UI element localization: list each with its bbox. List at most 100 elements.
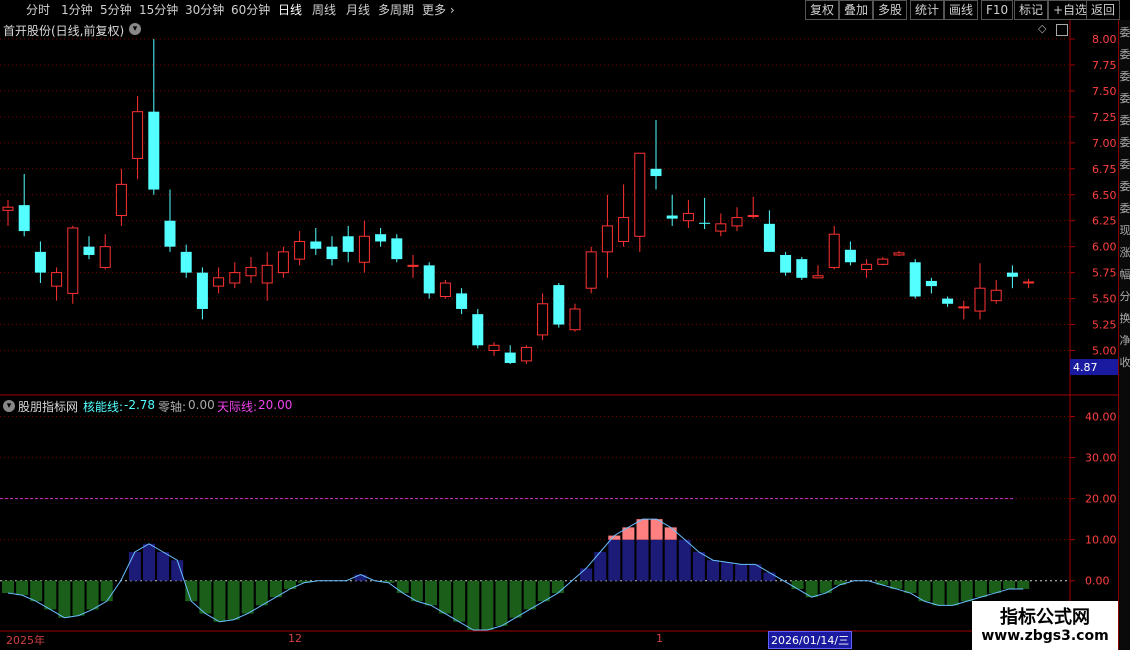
sidebar-char: 分 — [1119, 290, 1130, 303]
candle-body — [326, 246, 338, 260]
period-tab-7[interactable]: 周线 — [312, 2, 336, 18]
candle-body — [861, 263, 873, 271]
indicator-bar — [989, 580, 1001, 594]
price-tick-label: 8.00 — [1092, 33, 1117, 46]
indicator-bar — [467, 580, 480, 630]
candle-body — [942, 298, 954, 304]
toolbar-button-4[interactable]: 画线 — [944, 0, 979, 20]
indicator-bar — [185, 580, 198, 602]
candle-body — [877, 258, 889, 265]
candle-body — [423, 265, 435, 294]
toolbar-button-6[interactable]: 标记 — [1014, 0, 1049, 20]
candle-body — [634, 152, 646, 237]
time-label-year: 2025年 — [6, 634, 45, 647]
candle-body — [812, 275, 824, 279]
indicator-bar — [918, 580, 931, 602]
candle-body — [456, 293, 468, 309]
price-tick-label: 5.00 — [1092, 345, 1117, 358]
indicator-bar — [495, 580, 508, 626]
kline-chart: 8.00 7.75 7.50 7.25 7.00 6.75 6.50 6.25 6.00 5.75… — [0, 20, 1118, 650]
price-tick-label: 5.25 — [1092, 319, 1117, 332]
candle-body — [731, 217, 743, 227]
indicator-bar — [241, 580, 254, 614]
indicator-bar — [439, 580, 452, 614]
indicator-bar — [580, 568, 593, 581]
sidebar-char: 收 — [1119, 356, 1130, 369]
window-toggle-icon[interactable] — [1056, 24, 1068, 36]
candle — [67, 225, 79, 304]
zero-axis-label: 零轴: — [158, 400, 187, 414]
candle-body — [407, 264, 419, 267]
candle-body — [164, 220, 176, 247]
candle-body — [51, 272, 63, 287]
candle-body — [504, 352, 516, 363]
indicator-bar — [509, 580, 522, 618]
period-tab-6[interactable]: 日线 — [278, 2, 302, 18]
period-tab-0[interactable]: 分时 — [26, 2, 50, 18]
candle-body — [148, 111, 160, 190]
candle-body — [488, 344, 500, 352]
price-tick-label: 7.50 — [1092, 85, 1117, 98]
period-tab-9[interactable]: 多周期 — [378, 2, 414, 18]
candle-body — [553, 285, 565, 325]
indicator-bar — [453, 580, 466, 622]
candle-body — [699, 222, 711, 224]
candle-body — [115, 183, 127, 217]
indicator-bar — [481, 580, 494, 630]
price-tick-label: 7.25 — [1092, 111, 1117, 124]
indicator-bar — [692, 552, 705, 581]
indicator-bar — [284, 580, 296, 589]
period-tab-5[interactable]: 60分钟 — [231, 2, 270, 18]
indicator-bar-hot — [622, 527, 635, 540]
toolbar-button-0[interactable]: 复权 — [805, 0, 840, 20]
indicator-bar-hot — [664, 527, 677, 540]
indicator-bar — [86, 580, 99, 610]
candle-body — [715, 223, 727, 232]
indicator-bar — [946, 580, 959, 606]
indicator-bar — [425, 580, 437, 606]
toolbar-button-3[interactable]: 统计 — [910, 0, 945, 20]
candle-body — [213, 277, 225, 287]
indicator-bar — [2, 580, 14, 594]
candle-body — [844, 249, 856, 263]
candle — [439, 279, 451, 299]
indicator-bar — [396, 580, 409, 594]
toolbar-button-2[interactable]: 多股 — [873, 0, 908, 20]
period-tab-10[interactable]: 更多 › — [422, 2, 455, 18]
candle — [585, 246, 597, 294]
candle-body — [261, 264, 273, 284]
indicator-bar — [44, 580, 57, 610]
indicator-tick-label: 10.00 — [1085, 534, 1117, 547]
candle-body — [893, 252, 905, 256]
chevron-down-icon[interactable]: ▾ — [129, 23, 141, 35]
candle-body — [958, 306, 970, 309]
indicator-bar — [974, 580, 987, 598]
price-tick-label: 6.25 — [1092, 215, 1117, 228]
indicator-chevron-icon[interactable]: ▾ — [3, 400, 15, 412]
sidebar-char: 委 — [1119, 26, 1130, 39]
indicator-bar — [707, 560, 719, 581]
indicator-bar — [622, 539, 635, 581]
indicator-bar — [72, 580, 85, 616]
candle-body — [18, 205, 30, 232]
candle-body — [1006, 272, 1018, 277]
period-tab-8[interactable]: 月线 — [346, 2, 370, 18]
candle — [796, 257, 808, 280]
indicator-bar — [721, 562, 734, 581]
indicator-bar — [791, 580, 804, 589]
candle-body — [34, 251, 46, 273]
period-tab-4[interactable]: 30分钟 — [185, 2, 224, 18]
sky-line-label: 天际线: — [217, 400, 258, 414]
period-tab-3[interactable]: 15分钟 — [139, 2, 178, 18]
indicator-bar — [537, 580, 550, 602]
toolbar-button-8[interactable]: 返回 — [1086, 0, 1121, 20]
period-tab-2[interactable]: 5分钟 — [100, 2, 132, 18]
chart-title: 首开股份(日线,前复权) — [3, 24, 125, 38]
indicator-bar — [171, 560, 184, 581]
diamond-icon[interactable]: ◇ — [1038, 22, 1046, 35]
period-tab-1[interactable]: 1分钟 — [61, 2, 93, 18]
toolbar-button-5[interactable]: F10 — [981, 0, 1014, 20]
candle-body — [650, 168, 662, 177]
candle-body — [472, 314, 484, 346]
toolbar-button-1[interactable]: 叠加 — [839, 0, 874, 20]
